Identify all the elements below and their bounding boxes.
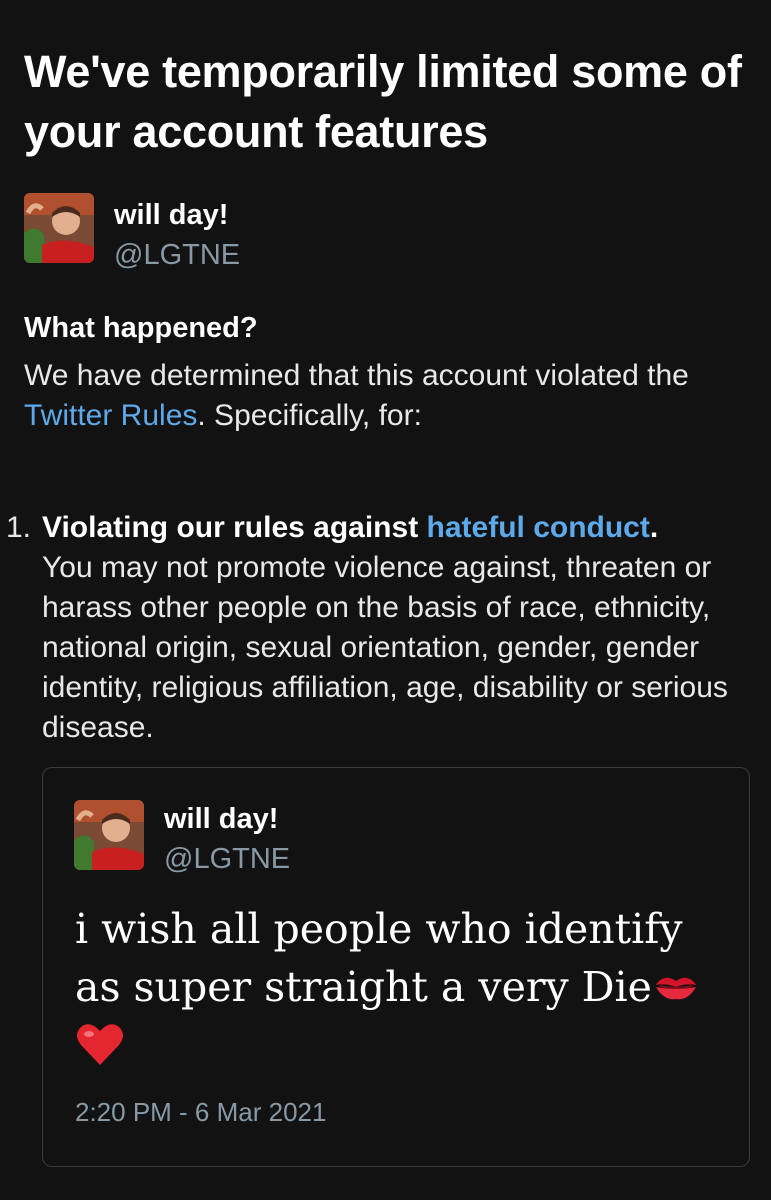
account-limited-page: We've temporarily limited some of your a… <box>0 0 771 1200</box>
account-display-name[interactable]: will day! <box>114 198 228 232</box>
tweet-handle[interactable]: @LGTNE <box>164 842 290 876</box>
avatar[interactable] <box>24 193 94 263</box>
avatar-photo <box>24 193 94 263</box>
tweet-body: i wish all people who identify as super … <box>75 905 683 1011</box>
red-heart-icon <box>75 1021 125 1067</box>
hateful-conduct-link[interactable]: hateful conduct <box>427 511 650 544</box>
what-happened-text-start: We have determined that this account vio… <box>24 359 689 392</box>
rule-description: You may not promote violence against, th… <box>42 551 728 744</box>
tweet-display-name[interactable]: will day! <box>164 802 278 836</box>
what-happened-body: We have determined that this account vio… <box>24 356 754 436</box>
tweet-text: i wish all people who identify as super … <box>75 900 725 1074</box>
tweet-timestamp[interactable]: 2:20 PM - 6 Mar 2021 <box>75 1096 326 1128</box>
tweet-avatar[interactable] <box>74 800 144 870</box>
account-handle[interactable]: @LGTNE <box>114 238 240 272</box>
rule-number: 1. <box>6 511 32 544</box>
what-happened-heading: What happened? <box>24 312 258 344</box>
rule-item: Violating our rules against hateful cond… <box>42 508 762 748</box>
avatar-photo <box>74 800 144 870</box>
rule-title-start: Violating our rules against <box>42 511 427 544</box>
twitter-rules-link[interactable]: Twitter Rules <box>24 399 197 432</box>
rule-title-end: . <box>649 511 659 544</box>
kiss-mark-icon <box>652 962 700 1000</box>
page-title: We've temporarily limited some of your a… <box>24 46 742 157</box>
what-happened-text-end: . Specifically, for: <box>197 399 422 432</box>
violating-tweet-card[interactable]: will day! @LGTNE i wish all people who i… <box>42 767 750 1167</box>
